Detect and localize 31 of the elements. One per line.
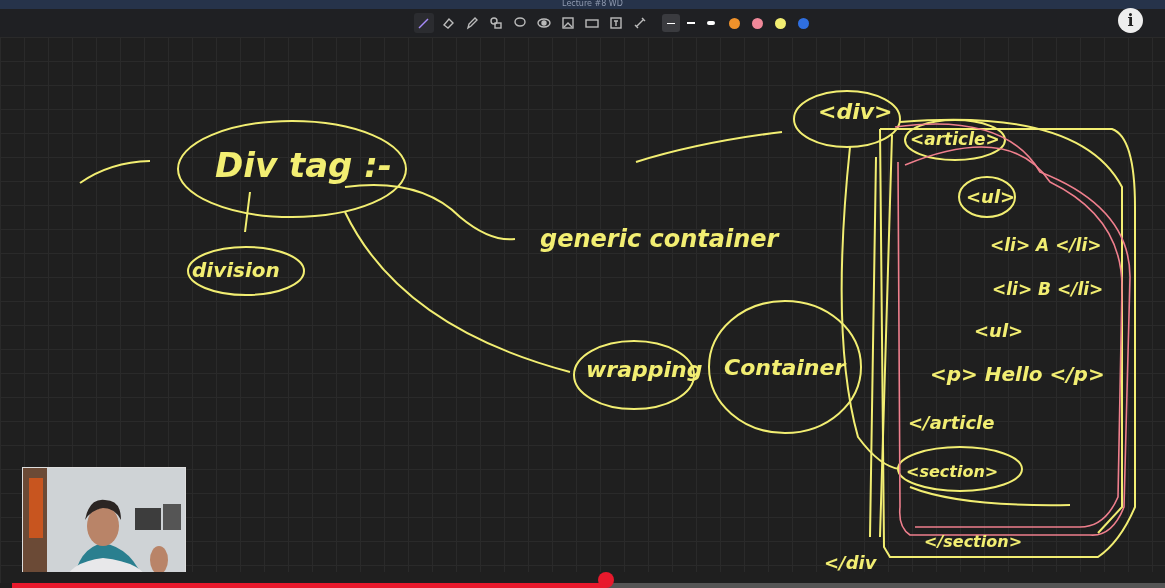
handwritten-note: generic container: [540, 225, 779, 253]
handwritten-note: <article>: [910, 129, 1000, 149]
stroke-width-button[interactable]: [661, 14, 680, 32]
handwritten-note: <li> A </li>: [990, 235, 1102, 255]
highlighter-icon: [464, 16, 479, 30]
color-swatch[interactable]: [774, 17, 786, 29]
progress-handle[interactable]: [597, 572, 614, 588]
color-swatch[interactable]: [728, 17, 740, 29]
handwritten-note: <li> B </li>: [992, 279, 1104, 299]
handwritten-note: Div tag :-: [215, 145, 392, 185]
keyboard-icon: [584, 16, 599, 30]
lasso-icon: [512, 16, 527, 30]
handwritten-note: <div>: [818, 99, 893, 124]
shapes-icon: [488, 16, 503, 30]
image-icon: [560, 16, 575, 30]
handwritten-note: <ul>: [974, 320, 1024, 341]
pen-tool-button[interactable]: [413, 13, 434, 33]
eye-icon: [536, 16, 551, 30]
handwritten-note: </section>: [924, 532, 1023, 551]
color-swatch[interactable]: [751, 17, 763, 29]
handwritten-note: division: [192, 258, 280, 282]
text-icon: [608, 16, 623, 30]
window-title: Lecture #8 WD: [562, 0, 623, 9]
handwritten-note: <p> Hello </p>: [930, 362, 1105, 386]
color-swatch[interactable]: [797, 17, 809, 29]
handwritten-note: <ul>: [966, 186, 1016, 207]
handwritten-note: </div: [824, 552, 877, 573]
eraser-icon: [440, 16, 455, 30]
handwritten-note: <section>: [906, 462, 999, 481]
handwritten-note: </article: [908, 412, 995, 433]
pen-icon: [416, 16, 431, 30]
